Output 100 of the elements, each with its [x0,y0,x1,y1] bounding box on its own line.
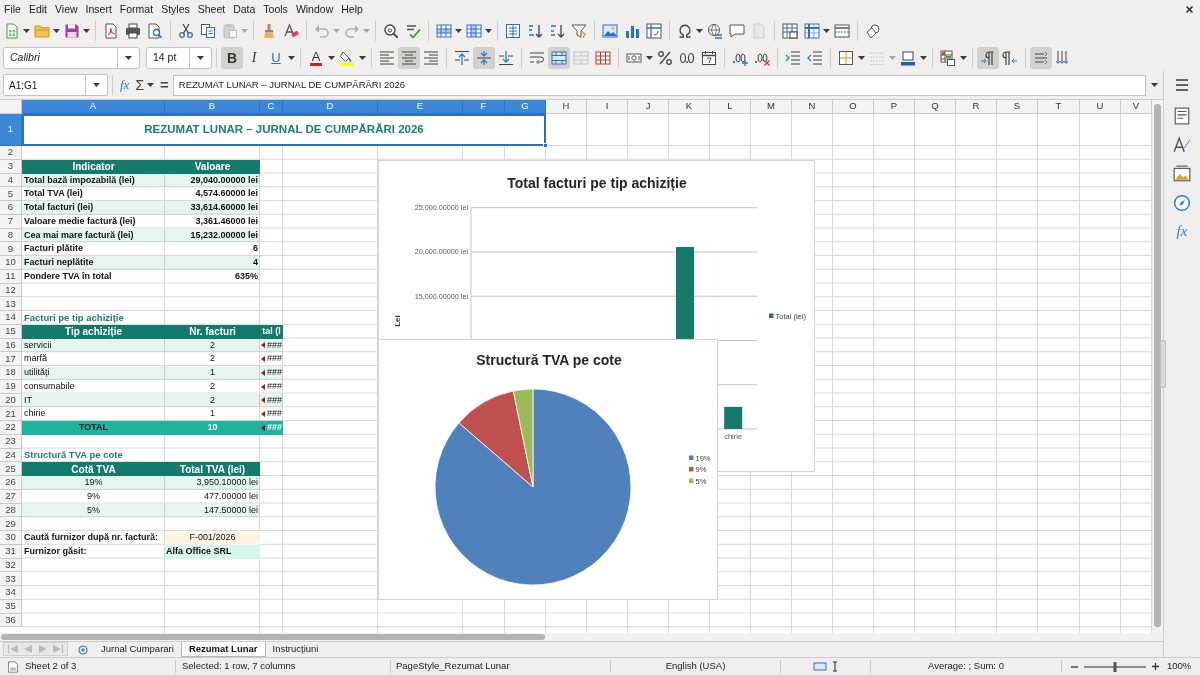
split-window-icon[interactable] [834,23,850,39]
column-header[interactable]: L [710,100,751,114]
column-header[interactable]: Q [915,100,956,114]
caret-icon[interactable] [960,55,967,60]
caret-icon[interactable] [485,29,492,33]
speech-bubble-icon[interactable] [729,23,745,39]
caret-icon[interactable] [696,29,703,33]
bar-chart-icon[interactable] [624,23,640,39]
menu-item[interactable]: Help [337,0,367,18]
menu-item[interactable]: View [51,0,82,18]
paintbrush-icon[interactable] [261,23,277,39]
formula-button[interactable]: = [160,77,169,93]
table-grid-icon[interactable] [782,23,798,39]
menu-item[interactable]: File [0,0,25,18]
omega-icon[interactable] [677,23,693,39]
menu-item[interactable]: Data [229,0,260,18]
horizontal-scrollbar[interactable] [0,633,1152,641]
column-header[interactable]: V [1121,100,1152,114]
column-header[interactable]: J [628,100,669,114]
row-header[interactable]: 13 [0,297,22,311]
column-header[interactable]: C [260,100,283,114]
compass-icon[interactable] [1173,194,1191,212]
column-header[interactable]: M [751,100,792,114]
table-grid-icon[interactable] [466,23,482,39]
row-header[interactable]: 6 [0,201,22,215]
row-header[interactable]: 30 [0,531,22,545]
menu-item[interactable]: Insert [81,0,116,18]
font-name-field[interactable]: Calibri [3,46,140,69]
row-header[interactable]: 22 [0,421,22,435]
text-cursor-icon[interactable] [830,661,839,672]
scissors-icon[interactable] [178,23,194,39]
column-header[interactable]: H [546,100,587,114]
caret-icon[interactable] [147,83,155,87]
close-icon[interactable] [1185,4,1194,14]
properties-icon[interactable] [1173,107,1191,125]
caret-icon[interactable] [23,29,30,33]
row-header[interactable]: 9 [0,242,22,256]
column-header[interactable]: K [669,100,710,114]
sort-icon[interactable] [505,23,521,39]
zoom-level[interactable]: 100% [1167,659,1192,674]
gallery-icon[interactable] [1173,165,1191,183]
sum-button[interactable]: Σ [135,77,145,93]
menu-icon[interactable] [1174,77,1190,93]
function-wizard-button[interactable]: fx [120,77,130,93]
sheet-tab[interactable]: Instrucțiuni [265,642,326,657]
caret-icon[interactable] [1151,83,1158,87]
copy-icon[interactable] [200,23,216,39]
scrollbar-thumb[interactable] [1,634,545,640]
menu-item[interactable]: Format [115,0,158,18]
caret-icon[interactable] [920,55,927,60]
column-header[interactable]: N [792,100,833,114]
bold-button[interactable]: B [221,46,243,69]
column-header[interactable]: D [283,100,378,114]
caret-icon[interactable] [858,55,865,60]
row-header[interactable]: 34 [0,586,22,600]
print-preview-icon[interactable] [147,23,163,39]
fontcolor-button[interactable]: A [305,46,327,69]
plus-icon[interactable] [1151,662,1160,671]
caret-icon[interactable] [455,29,462,33]
row-header[interactable]: 29 [0,517,22,531]
sidebar-handle[interactable] [1160,340,1166,388]
formula-input[interactable]: REZUMAT LUNAR – JURNAL DE CUMPĂRĂRI 2026 [172,74,1146,96]
caret-icon[interactable] [328,55,335,60]
row-header[interactable]: 17 [0,352,22,366]
caret-icon[interactable] [92,83,100,87]
menu-item[interactable]: Window [291,0,338,18]
spellcheck-icon[interactable] [405,23,421,39]
search-icon[interactable] [383,23,399,39]
column-header[interactable]: I [587,100,628,114]
printer-icon[interactable] [125,23,141,39]
menu-item[interactable]: Tools [259,0,292,18]
row-header[interactable]: 33 [0,572,22,586]
caret-icon[interactable] [83,29,90,33]
frozen-grid-icon[interactable] [804,23,820,39]
sheet-tab[interactable]: Jurnal Cumparari [94,642,181,657]
image-icon[interactable] [602,23,618,39]
row-header[interactable]: 10 [0,256,22,270]
sort-ascending-icon[interactable] [527,23,543,39]
caret-icon[interactable] [359,55,366,60]
caret-icon[interactable] [196,55,204,60]
column-header[interactable]: B [165,100,260,114]
functions-tab[interactable]: fx [1176,222,1188,240]
row-header[interactable]: 5 [0,187,22,201]
filter-icon[interactable] [571,23,587,39]
row-header[interactable]: 21 [0,407,22,421]
italic-button[interactable]: I [243,46,265,69]
scrollbar-thumb[interactable] [1154,104,1161,627]
caret-icon[interactable] [53,29,60,33]
caret-icon[interactable] [646,55,653,60]
font-size-field[interactable]: 14 pt [146,46,212,69]
sort-descending-icon[interactable] [549,23,565,39]
column-header[interactable]: S [997,100,1038,114]
caret-icon[interactable] [823,29,830,33]
eraser-icon[interactable] [283,23,299,39]
caret-icon[interactable] [124,55,132,60]
name-box[interactable]: A1:G1 [3,74,108,96]
selection-mode-icon[interactable] [812,661,827,672]
underline-button[interactable]: U [265,46,287,69]
vertical-scrollbar[interactable] [1152,100,1163,633]
fill-handle[interactable] [543,143,548,148]
